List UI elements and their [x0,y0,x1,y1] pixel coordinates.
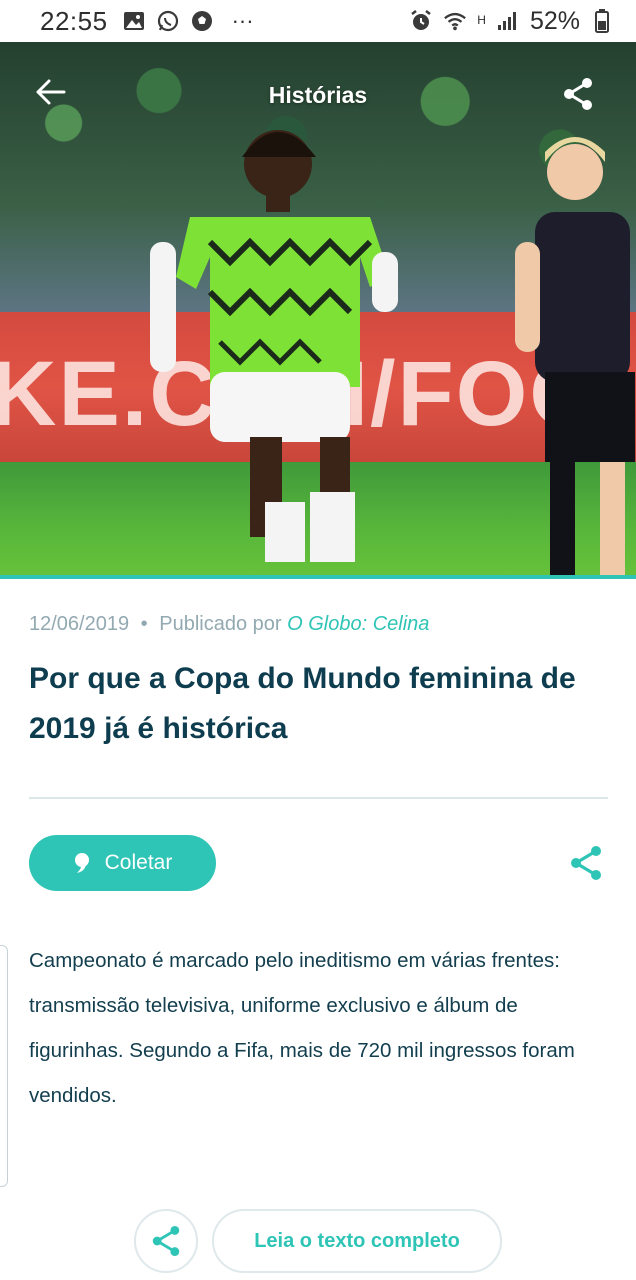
share-icon [571,846,601,880]
divider [29,797,608,799]
share-icon [564,78,592,110]
side-panel-handle[interactable] [0,945,8,1187]
status-time: 22:55 [40,5,108,36]
notification-icons: ··· [122,8,254,34]
more-notifications-indicator: ··· [231,8,254,33]
collect-button-label: Coletar [104,851,173,874]
collect-button[interactable]: Coletar [29,835,216,891]
hero-divider [0,575,636,579]
network-type-label: H [477,12,486,27]
battery-percentage: 52% [529,6,580,35]
hero-image: KE.COM/FOO Histórias [0,42,636,575]
bottom-share-button[interactable] [134,1209,198,1273]
whatsapp-icon [156,9,180,33]
alarm-icon [409,9,433,33]
article-share-button[interactable] [566,843,606,883]
app-header: Histórias [0,42,636,142]
signal-icon [496,9,520,33]
header-share-button[interactable] [558,74,598,114]
system-icons: H 52% [409,7,614,36]
article-date: 12/06/2019 [29,613,130,635]
article-summary: Campeonato é marcado pelo ineditismo em … [29,949,575,1107]
article-source-link[interactable]: O Globo: Celina [287,613,429,635]
header-title: Histórias [268,82,368,108]
main-player-illustration [150,130,398,562]
soccer-ball-icon [190,9,214,33]
article-title: Por que a Copa do Mundo feminina de 2019… [29,662,576,745]
wifi-icon [443,9,467,33]
background-player-illustration [515,137,635,575]
share-icon [152,1226,180,1256]
comma-icon [73,852,93,874]
read-full-text-button[interactable]: Leia o texto completo [212,1209,502,1273]
gallery-icon [122,9,146,33]
meta-separator: • [140,613,148,635]
status-bar: 22:55 ··· H 52% [0,0,636,42]
article-meta: 12/06/2019 • Publicado por O Globo: Celi… [29,613,429,636]
battery-icon [590,9,614,33]
published-by-label: Publicado por [159,613,282,635]
